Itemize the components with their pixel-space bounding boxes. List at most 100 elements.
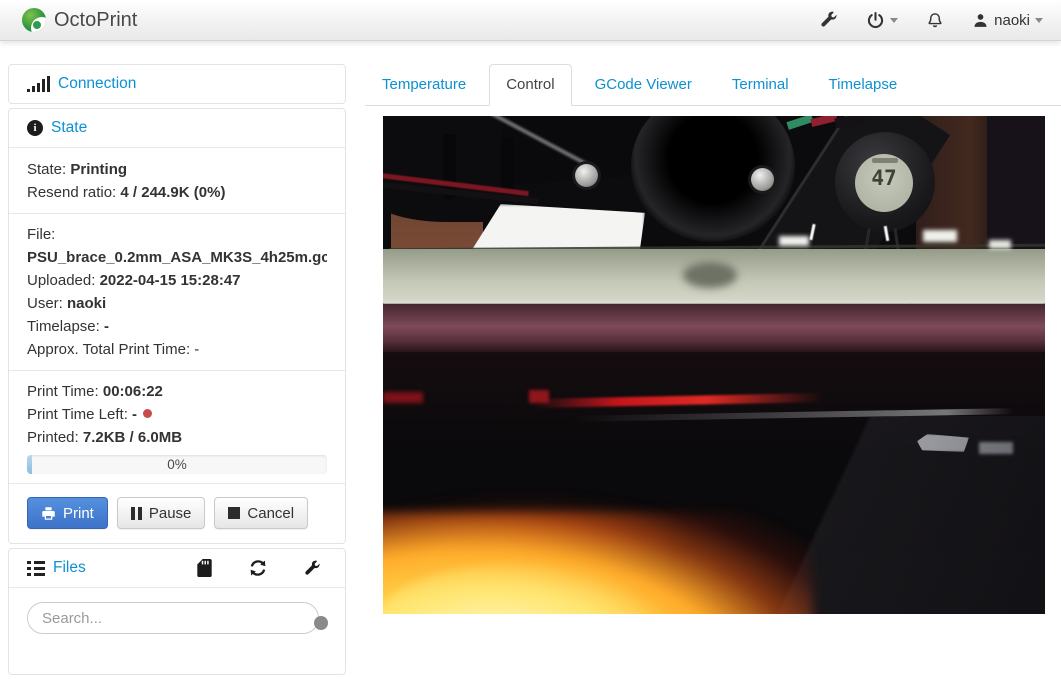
tab-timelapse[interactable]: Timelapse	[812, 64, 915, 106]
print-controls: Print Pause Cancel	[27, 497, 327, 529]
progress-percent: 0%	[167, 457, 187, 472]
tab-temperature[interactable]: Temperature	[365, 64, 483, 106]
webcam-red-led-spot	[529, 390, 549, 403]
approx-label: Approx. Total Print Time:	[27, 341, 191, 358]
octoprint-logo-icon	[22, 8, 46, 32]
printed-label: Printed:	[27, 429, 79, 446]
sd-card-icon[interactable]	[197, 559, 212, 577]
pause-button[interactable]: Pause	[116, 497, 206, 529]
file-label: File:	[27, 226, 56, 243]
resend-value: 4 / 244.9K (0%)	[120, 184, 226, 201]
print-time-left-row: Print Time Left: -	[27, 403, 327, 426]
printed-row: Printed: 7.2KB / 6.0MB	[27, 426, 327, 449]
pause-icon	[130, 506, 142, 520]
print-time-label: Print Time:	[27, 383, 99, 400]
state-panel-title[interactable]: State	[51, 119, 87, 137]
state-panel: i State State: Printing Resend ratio: 4 …	[8, 108, 346, 544]
user-icon	[972, 12, 989, 29]
state-row: State: Printing	[27, 158, 327, 181]
stop-icon	[228, 507, 241, 519]
file-search-input[interactable]	[27, 602, 319, 634]
notifications-button[interactable]	[926, 11, 944, 30]
printer-icon	[41, 506, 56, 521]
files-panel-title[interactable]: Files	[53, 559, 86, 577]
estimate-quality-red-dot	[143, 409, 153, 418]
print-time-value: 00:06:22	[102, 383, 163, 400]
scroll-handle[interactable]	[314, 616, 328, 630]
tab-gcode-viewer[interactable]: GCode Viewer	[578, 64, 709, 106]
tab-bar: Temperature Control GCode Viewer Termina…	[365, 64, 1061, 106]
print-time-row: Print Time: 00:06:22	[27, 380, 327, 403]
files-toolbar	[197, 559, 327, 577]
divider	[9, 483, 345, 484]
tab-control[interactable]: Control	[489, 64, 572, 106]
refresh-icon[interactable]	[249, 559, 267, 577]
webcam-gauge-reading: 47	[871, 166, 897, 190]
wrench-icon[interactable]	[304, 560, 321, 577]
wrench-icon	[820, 11, 838, 29]
approx-total-row: Approx. Total Print Time: -	[27, 338, 327, 361]
uploaded-label: Uploaded:	[27, 272, 96, 289]
print-time-left-value: -	[132, 406, 138, 423]
connection-panel: Connection	[8, 64, 346, 104]
user-menu-button[interactable]: naoki	[972, 12, 1043, 29]
signal-bars-icon	[27, 75, 50, 92]
file-label-row: File:	[27, 223, 327, 246]
control-tab-content: 47	[365, 106, 1061, 614]
timelapse-value: -	[103, 318, 109, 335]
webcam-bed-glint	[779, 236, 809, 246]
resend-label: Resend ratio:	[27, 184, 117, 201]
caret-down-icon	[890, 17, 899, 23]
power-icon	[866, 11, 885, 30]
timelapse-row: Timelapse: -	[27, 315, 327, 338]
webcam-gauge-lcd-top	[872, 158, 898, 163]
power-menu-button[interactable]	[866, 11, 899, 30]
connection-panel-title[interactable]: Connection	[58, 75, 136, 93]
state-panel-body: State: Printing Resend ratio: 4 / 244.9K…	[9, 147, 345, 543]
uploaded-row: Uploaded: 2022-04-15 15:28:47	[27, 269, 327, 292]
sidebar: Connection i State State: Printing Resen…	[8, 64, 346, 679]
cancel-button[interactable]: Cancel	[214, 497, 309, 529]
webcam-screw	[751, 168, 774, 191]
print-time-left-label: Print Time Left:	[27, 406, 128, 423]
caret-down-icon	[1035, 17, 1043, 23]
bell-icon	[926, 11, 944, 30]
divider	[9, 213, 345, 214]
state-value: Printing	[70, 161, 128, 178]
print-progress-bar: 0%	[27, 455, 327, 474]
files-panel-header[interactable]: Files	[9, 549, 345, 587]
printed-value: 7.2KB / 6.0MB	[82, 429, 183, 446]
navbar-actions: naoki	[820, 11, 1061, 30]
webcam-bed-glint	[923, 230, 957, 242]
user-value: naoki	[67, 295, 107, 312]
webcam-bed-frame-band	[383, 304, 1045, 354]
pause-button-label: Pause	[148, 504, 192, 522]
files-panel-body	[9, 587, 345, 674]
webcam-bed-smudge	[683, 262, 737, 288]
tab-terminal[interactable]: Terminal	[715, 64, 806, 106]
webcam-bed-glint	[989, 240, 1011, 249]
webcam-red-wire	[810, 116, 838, 128]
user-label: User:	[27, 295, 63, 312]
connection-panel-header[interactable]: Connection	[9, 65, 345, 103]
settings-button[interactable]	[820, 11, 838, 29]
list-icon	[27, 560, 45, 576]
files-panel: Files	[8, 548, 346, 675]
approx-value: -	[194, 341, 200, 358]
divider	[9, 370, 345, 371]
print-button[interactable]: Print	[27, 497, 108, 529]
resend-ratio-row: Resend ratio: 4 / 244.9K (0%)	[27, 181, 327, 204]
main-content: Temperature Control GCode Viewer Termina…	[365, 64, 1061, 614]
user-row: User: naoki	[27, 292, 327, 315]
state-label: State:	[27, 161, 67, 178]
brand-title: OctoPrint	[54, 8, 138, 31]
print-button-label: Print	[63, 504, 94, 522]
info-circle-icon: i	[27, 120, 43, 136]
state-panel-header[interactable]: i State	[9, 109, 345, 147]
uploaded-value: 2022-04-15 15:28:47	[99, 272, 241, 289]
brand[interactable]: OctoPrint	[0, 8, 137, 32]
top-navbar: OctoPrint naoki	[0, 0, 1061, 41]
webcam-screw	[575, 164, 598, 187]
file-name: PSU_brace_0.2mm_ASA_MK3S_4h25m.gcode	[27, 249, 327, 266]
webcam-green-wire	[786, 116, 814, 130]
